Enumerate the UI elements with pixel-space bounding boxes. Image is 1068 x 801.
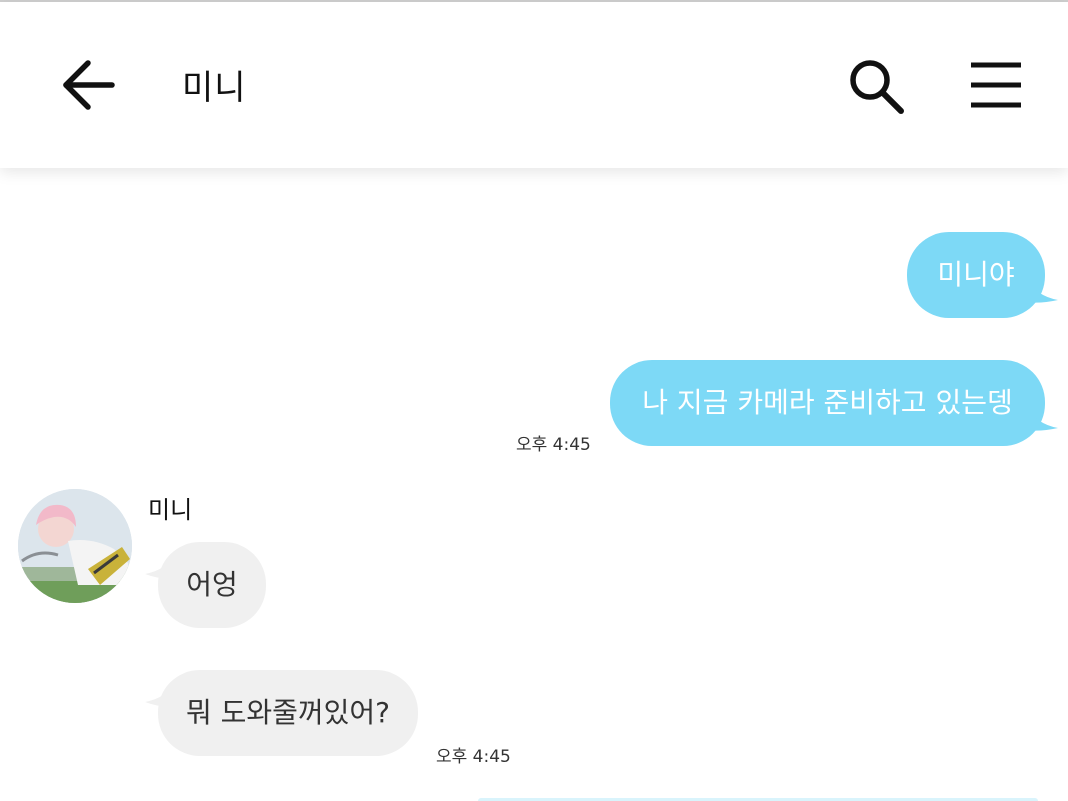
message-text: 미니야: [937, 258, 1015, 291]
outgoing-message[interactable]: 미니야: [907, 232, 1045, 318]
search-button[interactable]: [836, 48, 916, 124]
message-text: 뭐 도와줄꺼있어?: [185, 696, 391, 729]
message-list[interactable]: 미니야 나 지금 카메라 준비하고 있는뎅 오후 4:45 미니 어엉 뭐 도와…: [0, 168, 1068, 801]
outgoing-message[interactable]: 나 지금 카메라 준비하고 있는뎅: [610, 360, 1045, 446]
avatar[interactable]: [18, 489, 132, 603]
bubble-tail: [1026, 278, 1058, 303]
profile-photo: [18, 489, 132, 603]
sender-name: 미니: [148, 496, 193, 524]
bubble-tail: [1026, 406, 1058, 431]
chat-title: 미니: [182, 68, 247, 108]
search-icon: [850, 60, 904, 114]
message-timestamp: 오후 4:45: [516, 435, 591, 455]
incoming-message[interactable]: 어엉: [158, 542, 266, 628]
incoming-message[interactable]: 뭐 도와줄꺼있어?: [158, 670, 418, 756]
message-text: 나 지금 카메라 준비하고 있는뎅: [642, 386, 1013, 419]
arrow-left-icon: [63, 60, 115, 110]
menu-icon: [971, 62, 1021, 108]
menu-button[interactable]: [958, 50, 1034, 120]
message-timestamp: 오후 4:45: [436, 747, 511, 767]
back-button[interactable]: [50, 50, 126, 120]
chat-header: 미니: [0, 2, 1068, 168]
message-text: 어엉: [186, 568, 238, 601]
